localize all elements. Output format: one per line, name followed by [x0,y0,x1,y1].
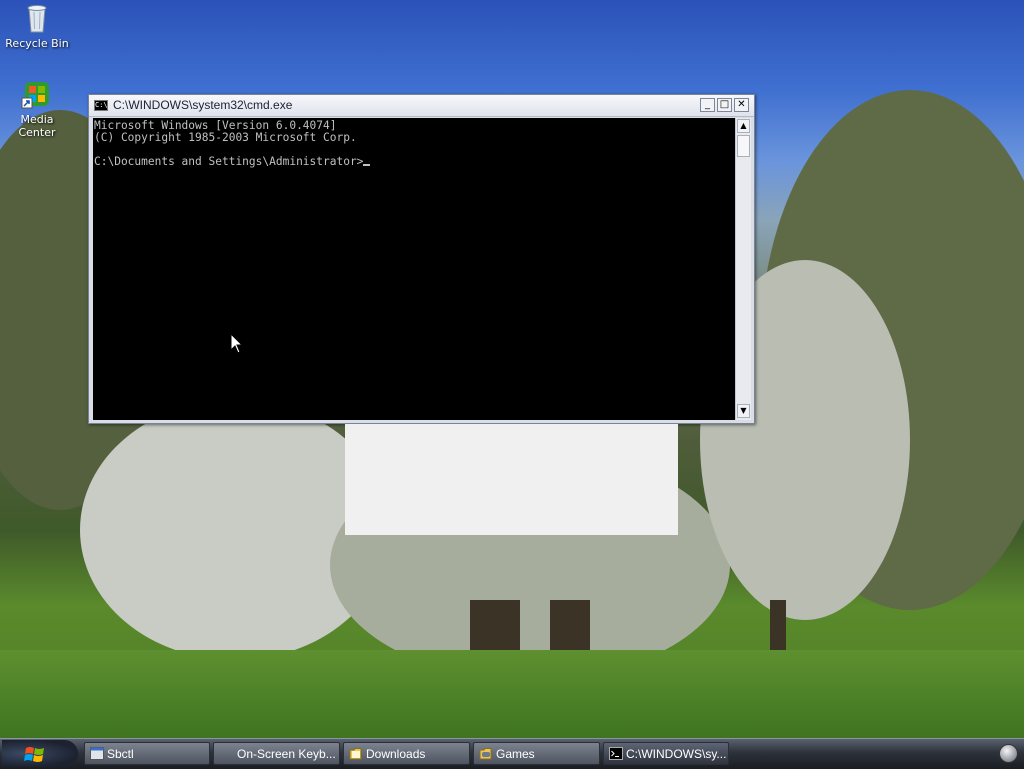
taskbar-button-cmd[interactable]: C:\WINDOWS\sy... [603,742,729,765]
taskbar: Sbctl On-Screen Keyb... Downloads Games … [0,738,1024,769]
maximize-button[interactable]: □ [717,98,732,112]
desktop-icon-label: Media Center [18,113,56,139]
cmd-window[interactable]: C:\ C:\WINDOWS\system32\cmd.exe _ □ ✕ Mi… [88,94,755,424]
scroll-up-arrow-icon[interactable]: ▲ [737,119,750,133]
folder-icon [349,748,362,760]
media-center-icon [21,78,53,110]
close-button[interactable]: ✕ [734,98,749,112]
command-prompt-icon [609,747,623,760]
console-prompt-line: C:\Documents and Settings\Administrator> [94,156,735,168]
scrollbar-thumb[interactable] [737,135,750,157]
games-folder-icon [479,748,492,760]
desktop-icon-media-center[interactable]: Media Center [1,78,73,139]
mouse-pointer-icon [230,333,244,354]
taskbar-button-sbctl[interactable]: Sbctl [84,742,210,765]
console-output[interactable]: Microsoft Windows [Version 6.0.4074] (C) … [93,118,735,420]
wallpaper-meadow [0,650,1024,738]
taskbar-button-label: Sbctl [107,747,134,761]
minimize-button[interactable]: _ [700,98,715,112]
windows-logo-icon [24,747,44,762]
taskbar-button-label: On-Screen Keyb... [237,747,336,761]
window-title: C:\WINDOWS\system32\cmd.exe [113,98,293,112]
blank-panel [345,424,678,535]
command-prompt-icon: C:\ [94,100,108,111]
desktop-icon-label: Recycle Bin [5,37,69,50]
window-icon [90,747,104,760]
scroll-down-arrow-icon[interactable]: ▼ [737,404,750,418]
taskbar-button-on-screen-keyboard[interactable]: On-Screen Keyb... [213,742,340,765]
recycle-bin-icon [21,2,53,34]
taskbar-button-label: C:\WINDOWS\sy... [626,747,727,761]
taskbar-button-label: Downloads [366,747,426,761]
desktop: Recycle Bin Media Center C:\ C:\WINDOWS\… [0,0,1024,738]
text-cursor [363,164,371,166]
window-titlebar[interactable]: C:\ C:\WINDOWS\system32\cmd.exe _ □ ✕ [89,95,754,117]
taskbar-button-label: Games [496,747,535,761]
console-prompt: C:\Documents and Settings\Administrator> [94,155,364,168]
taskbar-button-downloads[interactable]: Downloads [343,742,470,765]
desktop-icon-recycle-bin[interactable]: Recycle Bin [1,2,73,50]
taskbar-button-games[interactable]: Games [473,742,600,765]
console-line: (C) Copyright 1985-2003 Microsoft Corp. [94,131,357,144]
start-button[interactable] [2,740,78,767]
notification-orb-icon[interactable] [999,744,1018,763]
vertical-scrollbar[interactable]: ▲ ▼ [735,118,751,420]
